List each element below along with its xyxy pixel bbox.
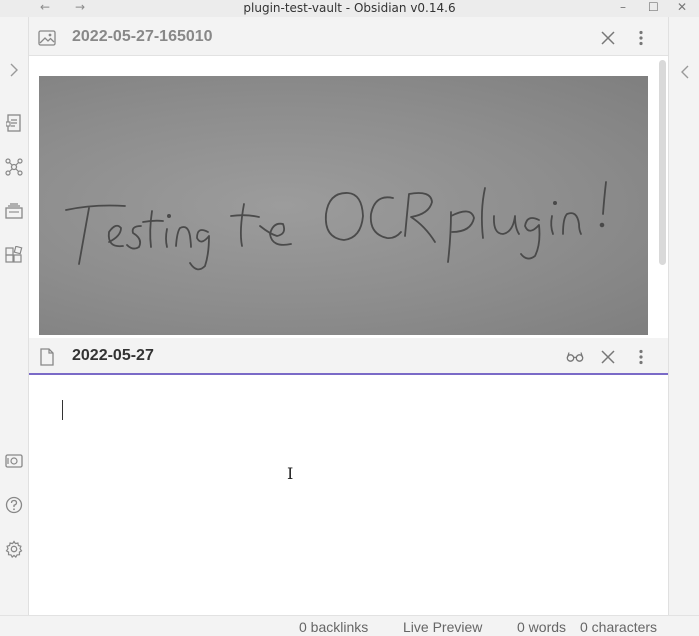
- note-editor[interactable]: I: [29, 375, 668, 615]
- handwriting-photo: [39, 76, 648, 335]
- note-pane-title: 2022-05-27: [72, 347, 154, 364]
- mouse-ibeam-cursor-icon: I: [287, 464, 294, 483]
- close-note-pane-icon[interactable]: [598, 347, 618, 367]
- expand-sidebar-icon[interactable]: [4, 60, 24, 80]
- minimize-icon[interactable]: –: [620, 0, 626, 14]
- note-pane: 2022-05-27 I: [29, 339, 668, 615]
- image-pane-scrollbar[interactable]: [659, 60, 666, 265]
- window-title: plugin-test-vault - Obsidian v0.14.6: [243, 1, 456, 15]
- note-more-options-icon[interactable]: [631, 347, 651, 367]
- left-ribbon: [0, 17, 29, 615]
- image-pane-content: [29, 57, 668, 338]
- graph-view-icon[interactable]: [4, 157, 24, 177]
- slides-icon[interactable]: [4, 201, 24, 221]
- title-bar: ← → plugin-test-vault - Obsidian v0.14.6…: [0, 0, 699, 17]
- image-file-icon: [38, 29, 56, 47]
- note-file-icon: [38, 348, 56, 366]
- settings-icon[interactable]: [4, 539, 24, 559]
- close-window-icon[interactable]: ✕: [677, 0, 687, 14]
- more-options-icon[interactable]: [631, 28, 651, 48]
- note-pane-header: 2022-05-27: [29, 339, 668, 375]
- status-bar: 0 backlinks Live Preview 0 words 0 chara…: [0, 615, 699, 636]
- open-quick-switcher-icon[interactable]: [4, 113, 24, 133]
- text-caret: [62, 400, 63, 420]
- reading-view-icon[interactable]: [565, 347, 585, 367]
- word-count: 0 words: [517, 619, 567, 635]
- image-pane-header: 2022-05-27-165010: [29, 20, 668, 56]
- right-sidebar-strip: [668, 17, 699, 615]
- image-pane-title: 2022-05-27-165010: [72, 28, 213, 45]
- vault-icon[interactable]: [4, 451, 24, 471]
- plugins-icon[interactable]: [4, 245, 24, 265]
- editor-mode[interactable]: Live Preview: [403, 619, 482, 635]
- obsidian-window: ← → plugin-test-vault - Obsidian v0.14.6…: [0, 0, 699, 636]
- maximize-icon[interactable]: ☐: [648, 0, 659, 14]
- close-pane-icon[interactable]: [598, 28, 618, 48]
- backlinks-count[interactable]: 0 backlinks: [299, 619, 368, 635]
- expand-right-sidebar-icon[interactable]: [675, 62, 695, 82]
- character-count: 0 characters: [580, 619, 658, 635]
- image-pane: 2022-05-27-165010: [29, 20, 668, 338]
- help-icon[interactable]: [4, 495, 24, 515]
